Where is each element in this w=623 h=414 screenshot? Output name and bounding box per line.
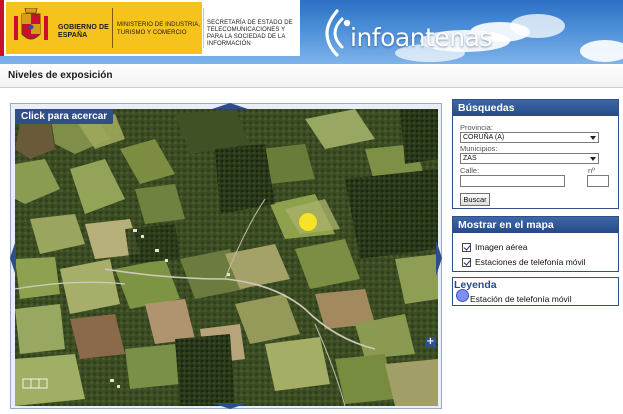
municipality-label: Municipios: [460,144,498,153]
government-banner[interactable]: GOBIERNO DE ESPAÑA MINISTERIO DE INDUSTR… [0,0,300,56]
map-scale-icon [22,378,48,389]
infoantenas-page: GOBIERNO DE ESPAÑA MINISTERIO DE INDUSTR… [0,0,623,414]
number-label: nº [588,166,595,175]
street-label: Calle: [460,166,480,175]
banner-divider [112,8,113,48]
chevron-down-icon [590,136,596,140]
search-panel-title: Búsquedas [453,100,618,116]
ministerio-text: MINISTERIO DE INDUSTRIA, TURISMO Y COMER… [117,22,201,36]
show-on-map-panel: Mostrar en el mapa Imagen aérea Estacion… [452,216,619,272]
pan-left-icon[interactable] [10,240,16,276]
pan-right-icon[interactable] [436,240,442,276]
spain-coat-of-arms-icon [14,8,48,40]
number-input[interactable] [587,175,609,187]
aerial-image-checkbox[interactable] [462,243,471,252]
zoom-in-hint[interactable]: Click para acercar [15,109,114,124]
municipality-value: ZAS [463,155,477,162]
site-header: GOBIERNO DE ESPAÑA MINISTERIO DE INDUSTR… [0,0,623,64]
aerial-image-label: Imagen aérea [475,242,528,252]
zoom-plus-button[interactable]: + [425,337,436,348]
province-label: Provincia: [460,123,493,132]
pan-down-icon[interactable] [212,403,248,409]
province-select[interactable]: CORUÑA (A) [460,132,599,143]
show-on-map-title: Mostrar en el mapa [453,217,618,233]
search-panel: Búsquedas Provincia: CORUÑA (A) Municipi… [452,99,619,209]
legend-panel: Leyenda Estación de telefonía móvil [452,277,619,306]
page-title: Niveles de exposición [8,70,113,81]
legend-item-label: Estación de telefonía móvil [470,294,572,304]
secretaria-text: SECRETARÍA DE ESTADO DE TELECOMUNICACION… [207,20,293,47]
aerial-map[interactable] [15,109,438,406]
banner-divider [203,8,204,48]
municipality-select[interactable]: ZAS [460,153,599,164]
title-bar: Niveles de exposición [0,64,623,88]
infoantenas-logo[interactable]: infoantenas [350,23,492,52]
mobile-stations-checkbox[interactable] [462,258,471,267]
gobierno-de-espana-text: GOBIERNO DE ESPAÑA [58,24,109,39]
chevron-down-icon [590,157,596,161]
search-button[interactable]: Buscar [460,193,490,206]
antenna-marker[interactable] [299,213,317,231]
flag-strip [0,0,4,56]
street-input[interactable] [460,175,565,187]
mobile-station-marker-icon [456,289,469,302]
province-value: CORUÑA (A) [463,134,505,141]
pan-up-icon[interactable] [212,103,248,109]
mobile-stations-label: Estaciones de telefonía móvil [475,257,586,267]
